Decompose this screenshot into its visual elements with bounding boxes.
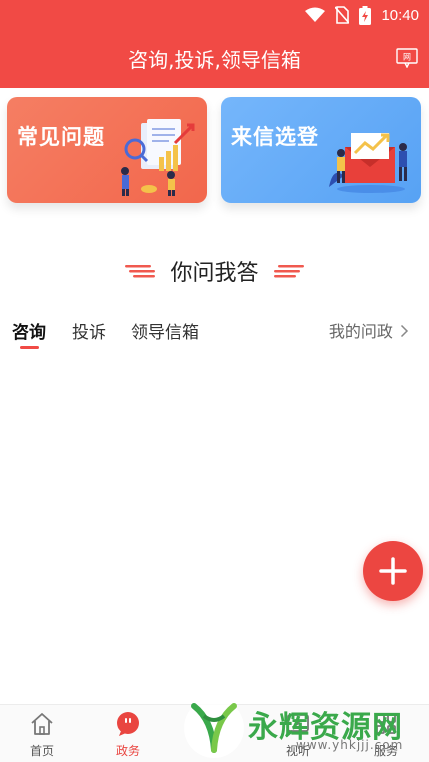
- faq-illustration: [121, 119, 195, 196]
- letter-illustration: [329, 133, 407, 193]
- app-root: 10:40 咨询,投诉,领导信箱 网 常见问题 来信选登 你问我答 咨询 投诉 …: [0, 0, 429, 762]
- letter-card[interactable]: 来信选登: [221, 97, 421, 203]
- my-questions-label: 我的问政: [328, 322, 393, 341]
- nav-government[interactable]: 政务: [98, 711, 158, 759]
- tab-consult[interactable]: 咨询: [12, 318, 46, 343]
- message-icon-text: 网: [403, 53, 411, 62]
- page-title: 咨询,投诉,领导信箱: [128, 48, 301, 72]
- status-time: 10:40: [381, 6, 419, 24]
- status-icons: 10:40: [305, 5, 419, 25]
- tab-leader-mailbox[interactable]: 领导信箱: [131, 318, 199, 343]
- tab-bar: 咨询 投诉 领导信箱 我的问政: [0, 318, 429, 358]
- nav-home-label: 首页: [29, 744, 54, 758]
- no-sim-icon: [335, 6, 350, 24]
- wifi-icon: [305, 7, 326, 22]
- nav-government-label: 政务: [115, 744, 140, 758]
- chat-icon: [117, 712, 139, 736]
- letter-card-label: 来信选登: [231, 125, 319, 149]
- watermark: 永辉资源网 www.yhkjjj.com: [182, 690, 422, 762]
- section-heading: 你问我答: [0, 255, 429, 286]
- chevron-right-icon: [400, 324, 409, 338]
- faq-card[interactable]: 常见问题: [7, 97, 207, 203]
- heading-right-decoration: [273, 265, 304, 278]
- message-icon[interactable]: 网: [396, 48, 418, 68]
- header-bar: 10:40 咨询,投诉,领导信箱 网: [0, 0, 429, 88]
- add-question-button[interactable]: [363, 541, 423, 601]
- tab-active-indicator: [20, 346, 39, 349]
- my-questions-link[interactable]: 我的问政: [329, 318, 409, 342]
- section-title: 你问我答: [170, 261, 259, 286]
- plus-icon: [379, 557, 407, 585]
- battery-charging-icon: [359, 5, 372, 25]
- heading-left-decoration: [125, 265, 156, 278]
- tab-complaint[interactable]: 投诉: [72, 318, 106, 343]
- home-icon: [31, 713, 53, 735]
- nav-home[interactable]: 首页: [12, 711, 72, 759]
- faq-card-label: 常见问题: [17, 125, 105, 149]
- watermark-logo: [184, 698, 244, 758]
- status-bar: 10:40: [0, 0, 429, 30]
- watermark-url: www.yhkjjj.com: [296, 738, 404, 752]
